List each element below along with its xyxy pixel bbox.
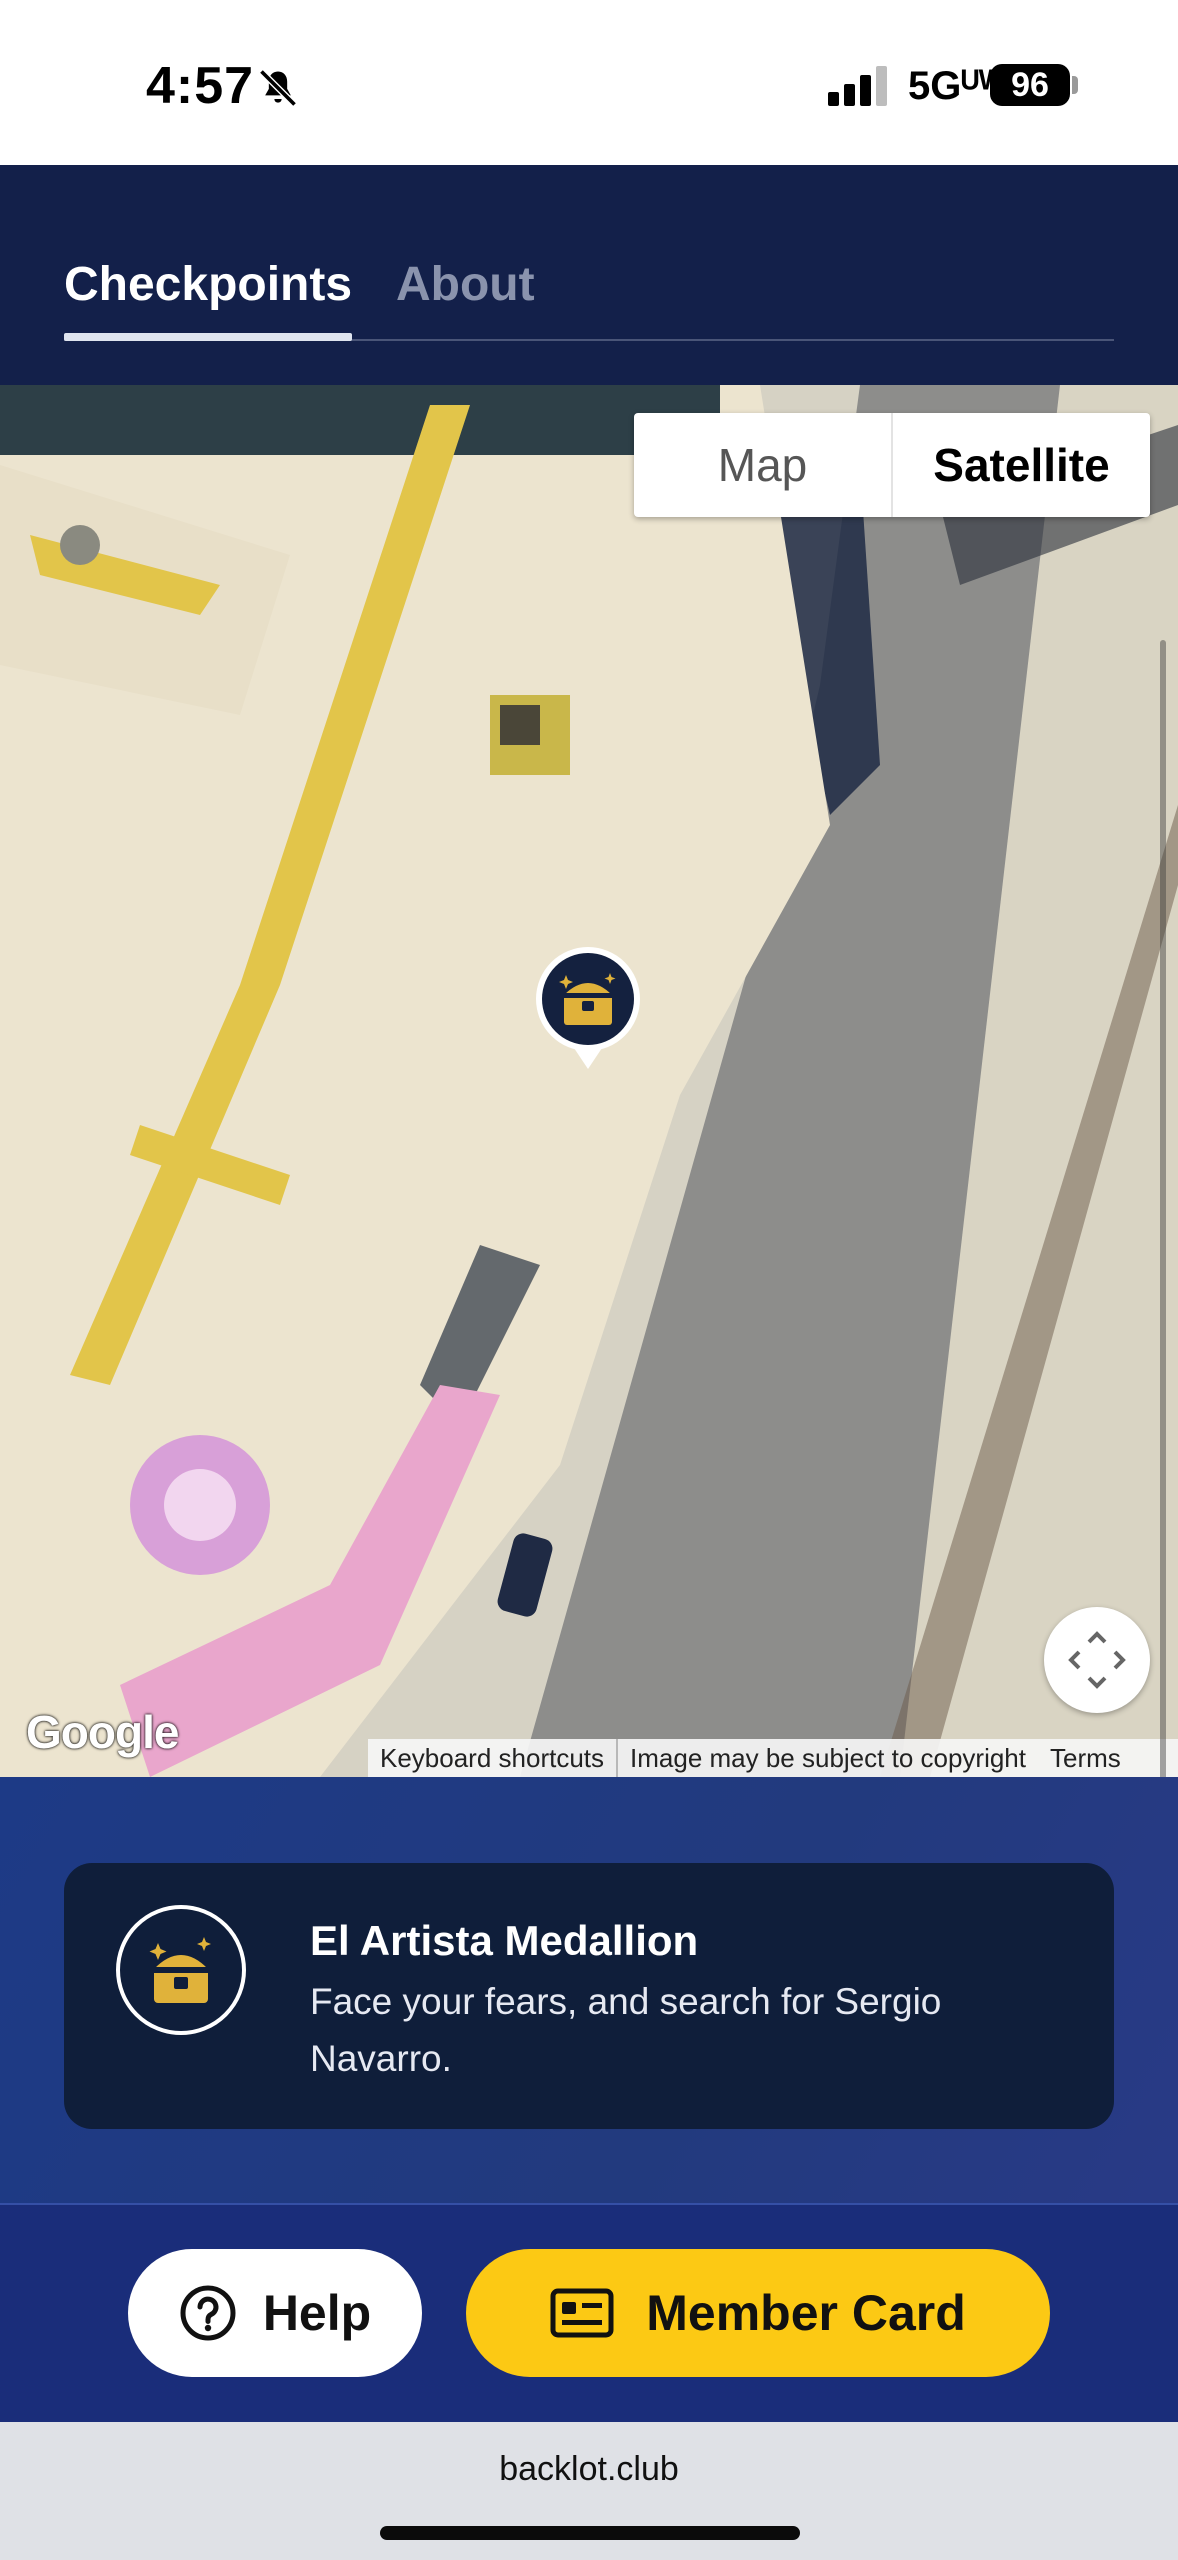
fullscreen-icon — [1068, 1631, 1126, 1689]
satellite-view-button[interactable]: Satellite — [893, 413, 1150, 517]
home-indicator[interactable] — [380, 2526, 800, 2540]
help-button[interactable]: Help — [128, 2249, 422, 2377]
browser-url-bar[interactable]: backlot.club — [0, 2422, 1178, 2560]
member-card-button[interactable]: Member Card — [466, 2249, 1050, 2377]
copyright-notice: Image may be subject to copyright — [630, 1742, 1026, 1773]
treasure-chest-icon[interactable] — [534, 945, 642, 1075]
battery-level: 96 — [1011, 65, 1049, 104]
question-circle-icon — [180, 2285, 236, 2341]
id-card-icon — [550, 2288, 614, 2338]
member-card-label: Member Card — [646, 2285, 966, 2341]
checkpoint-title: El Artista Medallion — [310, 1917, 699, 1964]
status-bar: 4:57 5Gᵁᵂ 96 — [0, 0, 1178, 165]
terms-link[interactable]: Terms — [1038, 1743, 1133, 1774]
help-label: Help — [262, 2285, 372, 2341]
active-tab-indicator — [64, 333, 352, 341]
bottom-panel: El Artista Medallion Face your fears, an… — [0, 1777, 1178, 2422]
keyboard-shortcuts-link[interactable]: Keyboard shortcuts — [368, 1743, 616, 1774]
checkpoint-icon-badge — [116, 1905, 246, 2035]
checkpoint-card[interactable]: El Artista Medallion Face your fears, an… — [64, 1863, 1114, 2129]
url-text[interactable]: backlot.club — [0, 2450, 1178, 2489]
tab-checkpoints[interactable]: Checkpoints — [64, 257, 352, 312]
treasure-chest-icon — [149, 1937, 211, 2003]
bell-slash-icon — [259, 69, 297, 107]
fullscreen-button[interactable] — [1044, 1607, 1150, 1713]
satellite-imagery — [0, 385, 1178, 1777]
header: Checkpoints About — [0, 165, 1178, 385]
google-logo: Google — [26, 1706, 179, 1758]
scroll-indicator — [1160, 640, 1166, 1900]
map-type-toggle: Map Satellite — [634, 413, 1150, 517]
tab-about[interactable]: About — [396, 257, 535, 312]
signal-icon — [828, 66, 887, 106]
battery-tip — [1072, 76, 1078, 94]
action-bar: Help Member Card — [0, 2203, 1178, 2422]
checkpoint-description: Face your fears, and search for Sergio N… — [310, 1981, 942, 2079]
battery-icon: 96 — [990, 64, 1070, 106]
status-time: 4:57 — [146, 57, 255, 115]
satellite-map[interactable]: Map Satellite Google Keyboard shortcuts … — [0, 385, 1178, 1777]
map-view-button[interactable]: Map — [634, 413, 893, 517]
map-attribution: Keyboard shortcuts Image may be subject … — [368, 1739, 1178, 1777]
